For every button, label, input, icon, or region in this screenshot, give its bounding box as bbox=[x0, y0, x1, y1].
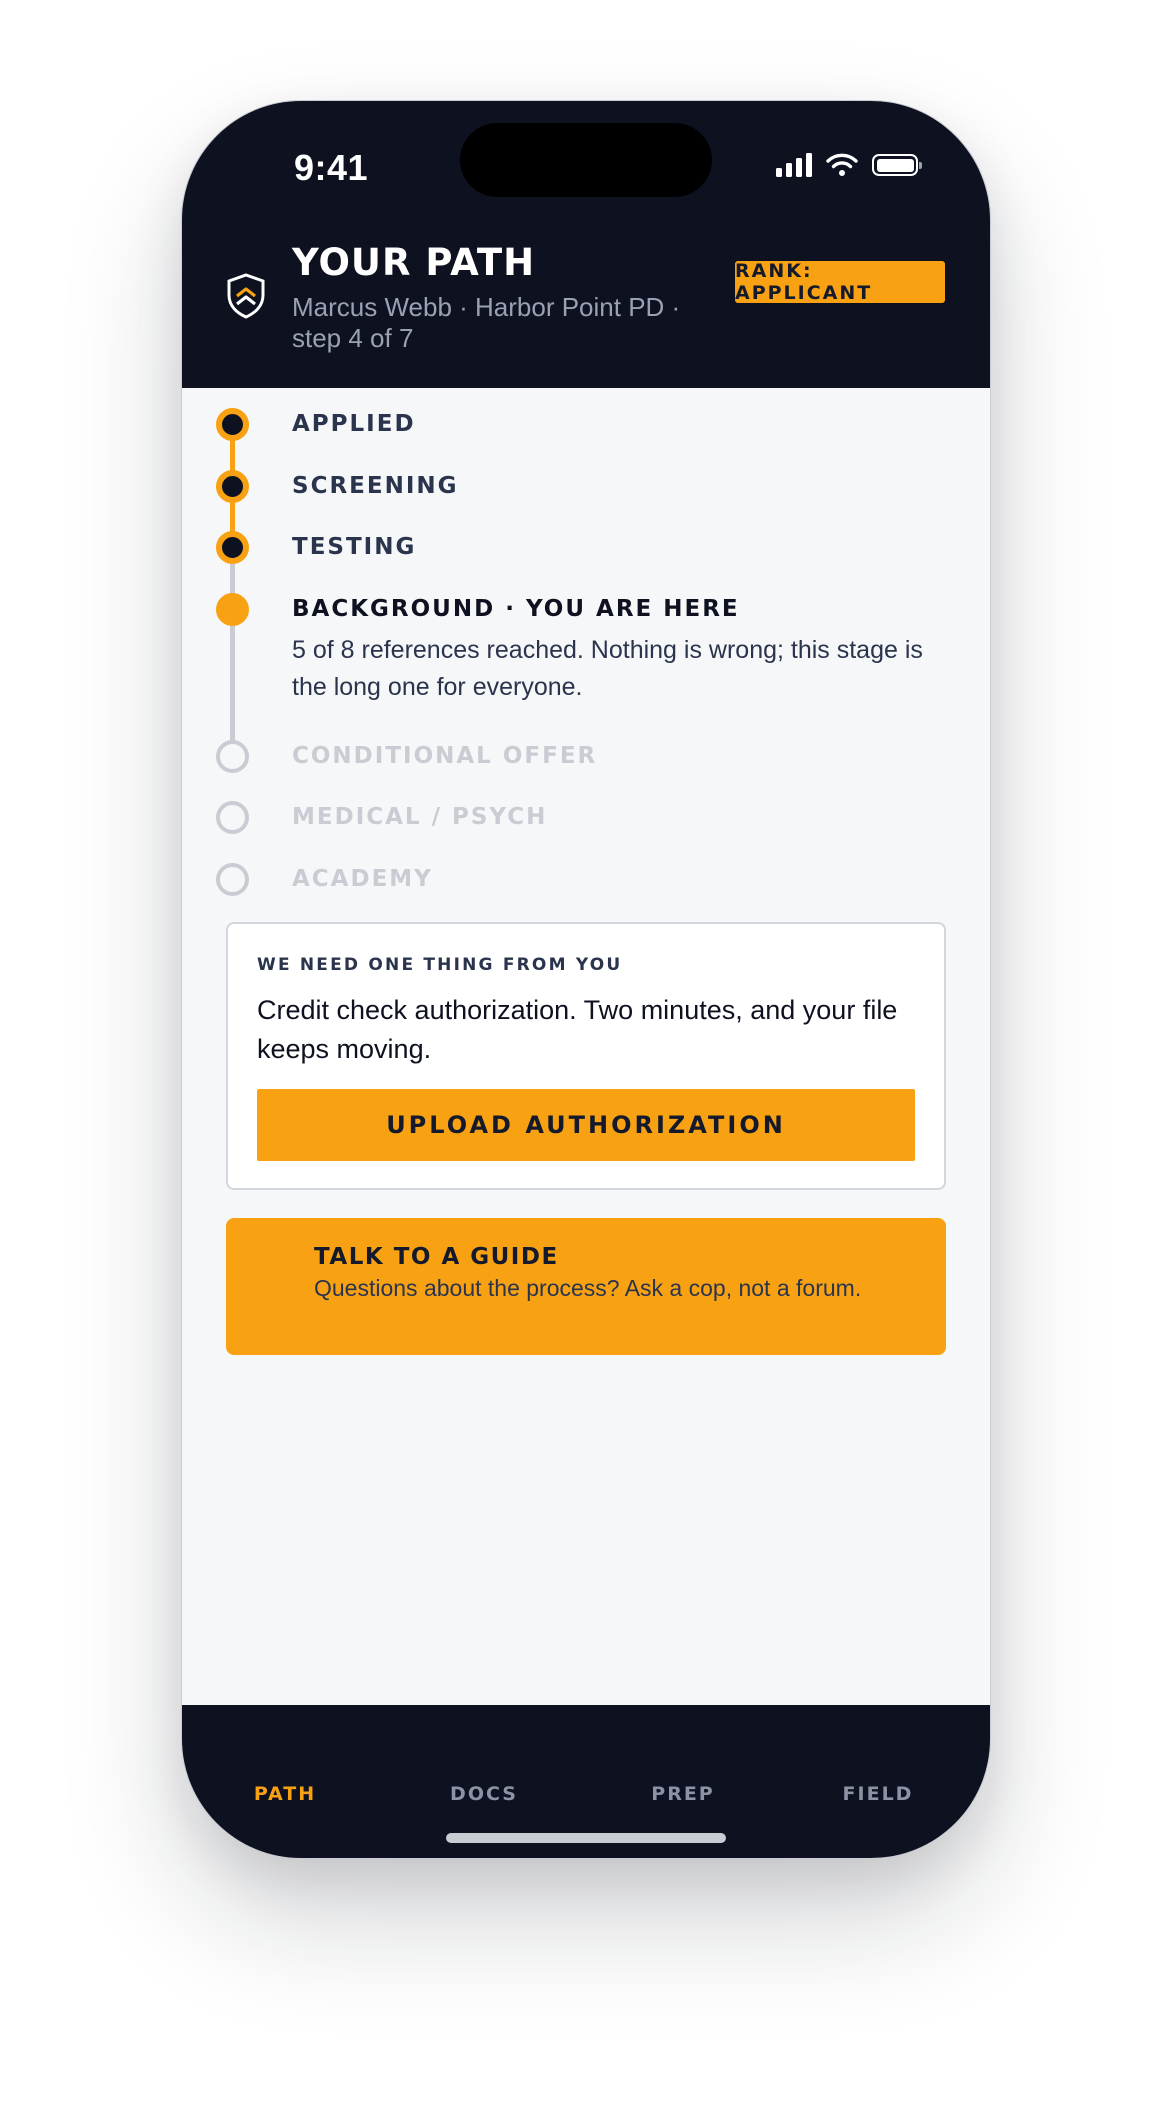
step-label: SCREENING bbox=[292, 473, 459, 499]
cellular-signal-icon bbox=[776, 153, 812, 177]
tab-docs[interactable]: DOCS bbox=[414, 1783, 554, 1805]
step-label: MEDICAL / PSYCH bbox=[292, 804, 548, 830]
step-label: APPLIED bbox=[292, 411, 416, 437]
phone-screen: 9:41 YOUR PATH Marcus Webb · Harbor Poin… bbox=[181, 100, 991, 1859]
step-label: BACKGROUND · YOU ARE HERE bbox=[292, 596, 740, 622]
upload-authorization-button[interactable]: UPLOAD AUTHORIZATION bbox=[257, 1089, 915, 1161]
step-current-icon bbox=[216, 593, 249, 626]
tab-field[interactable]: FIELD bbox=[808, 1783, 948, 1805]
bottom-tab-bar: PATH DOCS PREP FIELD bbox=[182, 1705, 990, 1858]
step-complete-icon bbox=[216, 408, 249, 441]
action-required-card: WE NEED ONE THING FROM YOU Credit check … bbox=[226, 922, 946, 1190]
step-complete-icon bbox=[216, 470, 249, 503]
home-indicator[interactable] bbox=[446, 1833, 726, 1843]
step-pending-icon bbox=[216, 740, 249, 773]
step-label: TESTING bbox=[292, 534, 417, 560]
step-complete-icon bbox=[216, 531, 249, 564]
wifi-icon bbox=[826, 153, 858, 176]
status-time: 9:41 bbox=[294, 147, 369, 188]
tab-path[interactable]: PATH bbox=[215, 1783, 355, 1805]
tab-prep[interactable]: PREP bbox=[613, 1783, 753, 1805]
page-title: YOUR PATH bbox=[292, 241, 536, 284]
guide-subtitle: Questions about the process? Ask a cop, … bbox=[314, 1275, 862, 1301]
action-kicker: WE NEED ONE THING FROM YOU bbox=[257, 955, 623, 975]
step-label: CONDITIONAL OFFER bbox=[292, 743, 598, 769]
step-pending-icon bbox=[216, 863, 249, 896]
shield-chevron-icon bbox=[227, 273, 265, 319]
app-header: 9:41 YOUR PATH Marcus Webb · Harbor Poin… bbox=[182, 101, 990, 388]
step-note: 5 of 8 references reached. Nothing is wr… bbox=[292, 636, 923, 701]
step-pending-icon bbox=[216, 801, 249, 834]
dynamic-island bbox=[460, 123, 712, 197]
step-label: ACADEMY bbox=[292, 866, 433, 892]
talk-to-guide-button[interactable]: TALK TO A GUIDE Questions about the proc… bbox=[226, 1218, 946, 1355]
page-subtitle: Marcus Webb · Harbor Point PD · step 4 o… bbox=[292, 292, 681, 353]
battery-icon bbox=[872, 154, 922, 176]
status-icons bbox=[776, 153, 922, 177]
action-description: Credit check authorization. Two minutes,… bbox=[257, 995, 898, 1064]
timeline-rail-pending bbox=[230, 559, 235, 755]
guide-title: TALK TO A GUIDE bbox=[314, 1244, 559, 1270]
rank-badge: RANK: APPLICANT bbox=[735, 260, 945, 304]
